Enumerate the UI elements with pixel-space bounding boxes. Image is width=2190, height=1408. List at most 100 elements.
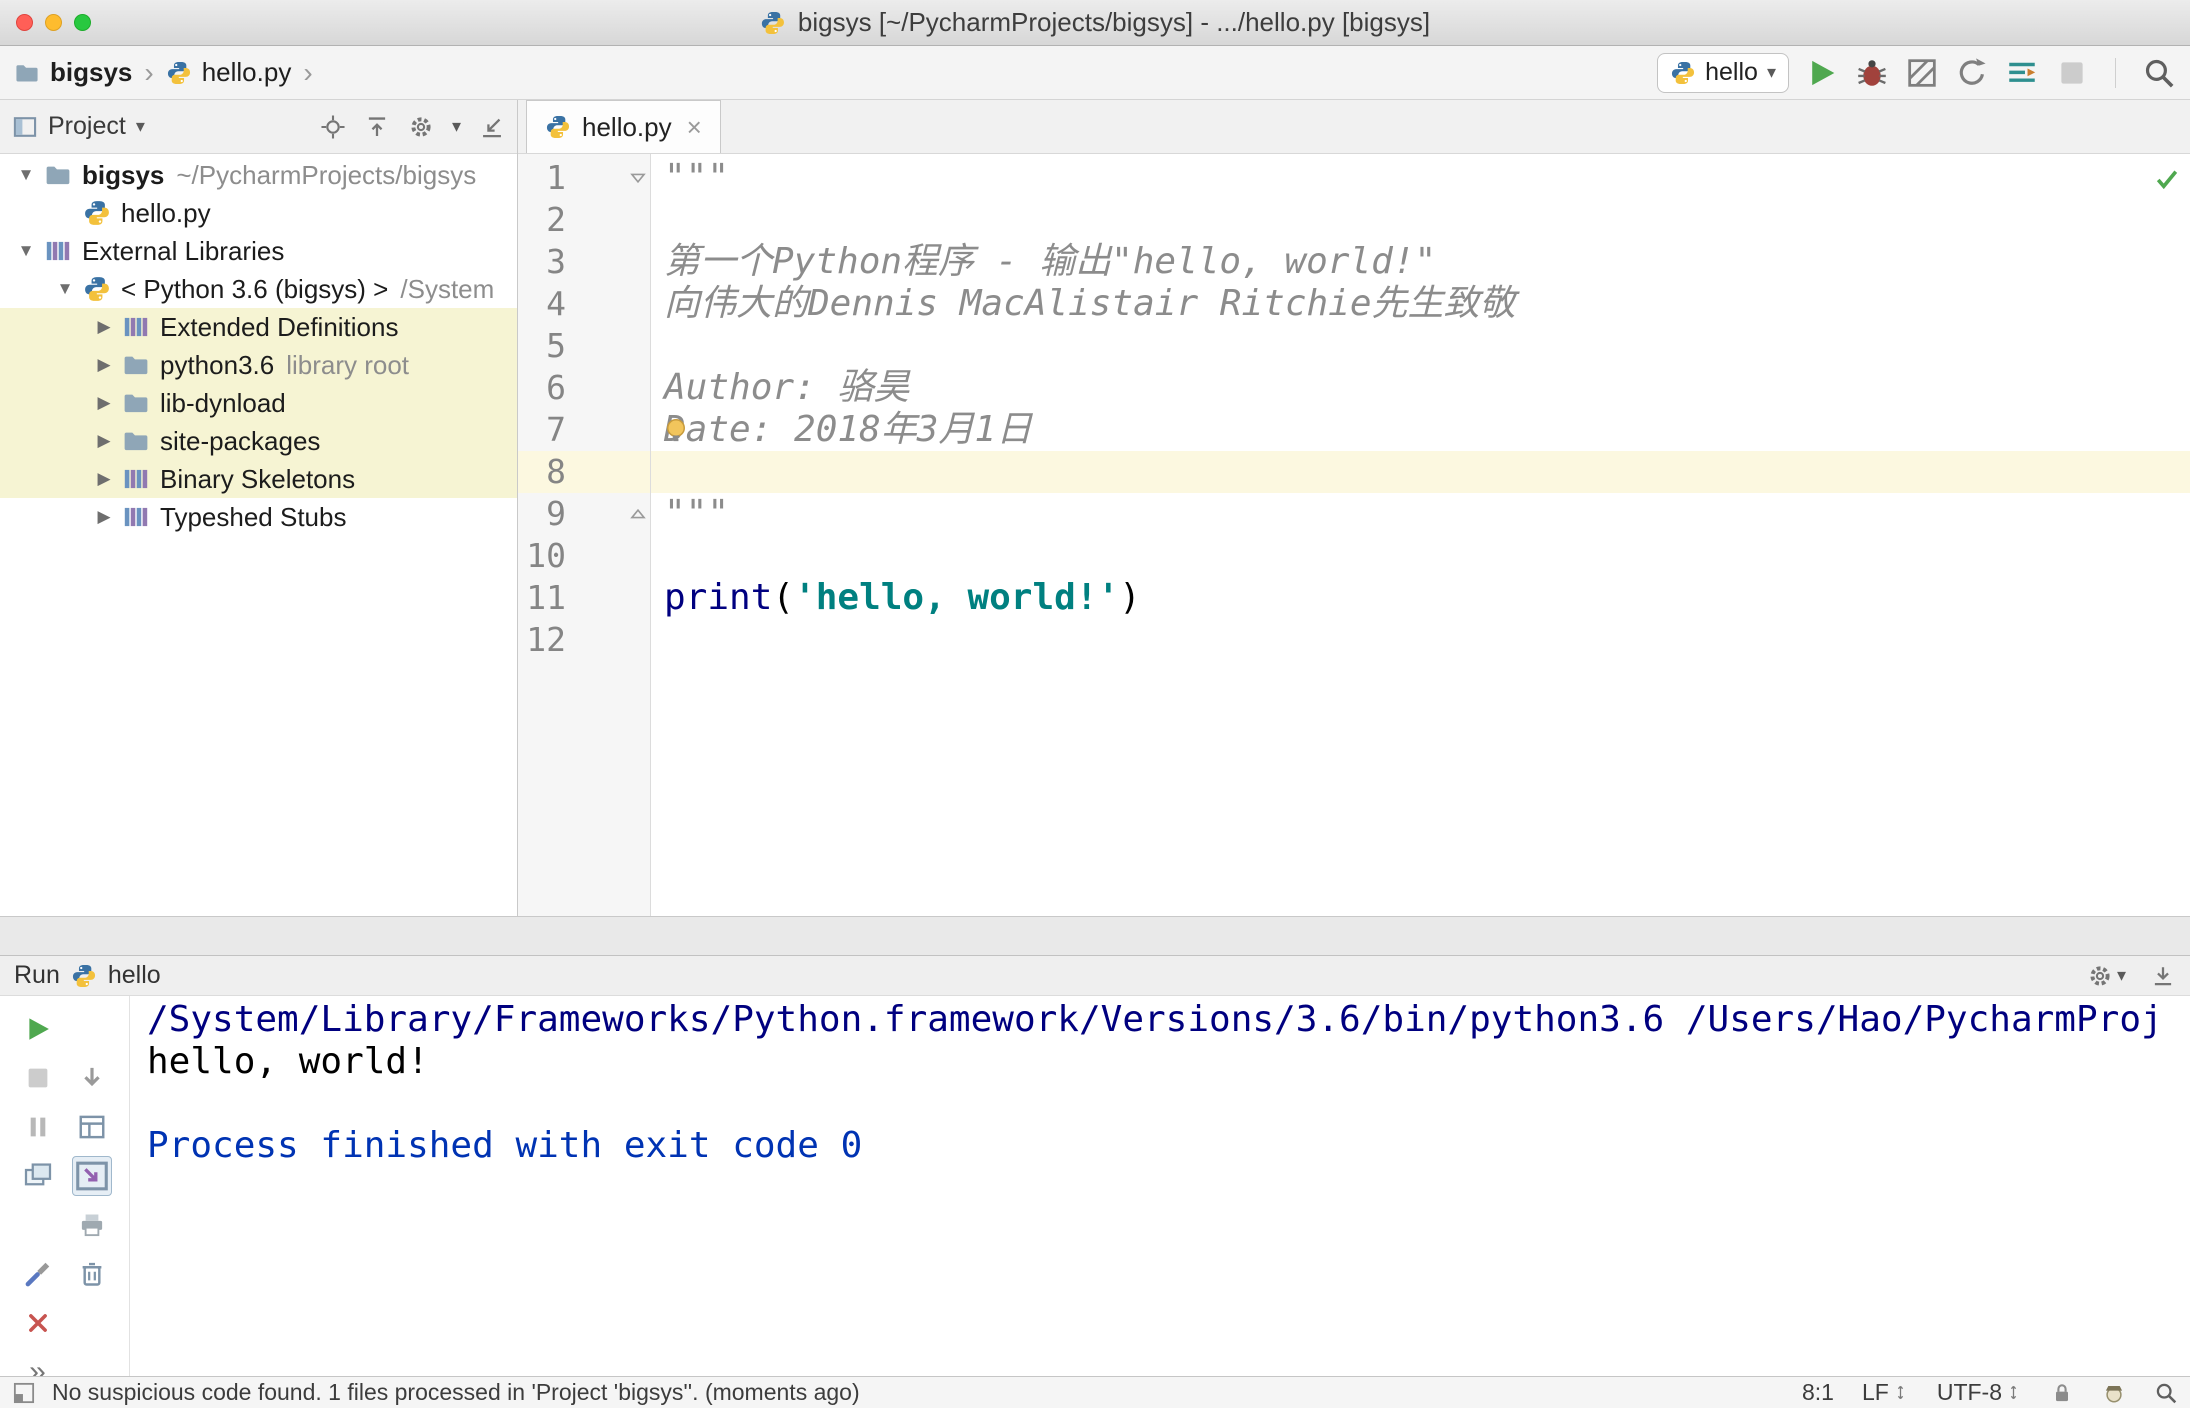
tree-item[interactable]: ▶ python3.6 library root [0,346,517,384]
tree-toggle-icon[interactable]: ▼ [8,241,44,261]
close-window-button[interactable] [16,14,33,31]
print-button[interactable] [77,1210,107,1240]
console-line: Process finished with exit code 0 [147,1125,863,1166]
tree-item-label: python3.6 [160,349,275,380]
tool-window-switcher-icon[interactable] [12,1381,36,1405]
clear-console-button[interactable] [77,1259,107,1289]
tree-item-label: hello.py [121,197,211,228]
fold-marker-icon[interactable] [627,167,649,189]
editor-line[interactable]: 9 """ [518,493,2190,535]
editor-line[interactable]: 7 Date: 2018年3月1日 [518,409,2190,451]
project-panel-title[interactable]: Project [48,112,126,141]
chevron-down-icon[interactable]: ▾ [2117,965,2126,986]
run-with-coverage-button[interactable] [1905,56,1939,90]
tree-item[interactable]: ▼ External Libraries [0,232,517,270]
stop-button[interactable] [2055,56,2089,90]
editor-line[interactable]: 4 向伟大的Dennis MacAlistair Ritchie先生致敬 [518,283,2190,325]
folder-icon [14,60,40,86]
tree-toggle-icon[interactable]: ▶ [86,469,122,489]
chevron-down-icon[interactable]: ▾ [452,116,461,137]
code-text: """ [664,157,730,198]
run-config-name: hello [107,961,161,989]
editor-line[interactable]: 12 [518,619,2190,661]
search-icon[interactable] [2154,1381,2178,1405]
editor[interactable]: 1 """ 2 3 第一个Python程序 - 输出"hello, world!" 4 向… [518,154,2190,916]
minimize-window-button[interactable] [45,14,62,31]
restore-layout-button[interactable] [77,1112,107,1142]
close-button[interactable] [23,1308,53,1338]
profile-button[interactable] [1955,56,1989,90]
gear-icon[interactable] [2087,963,2113,989]
run-button[interactable] [1805,56,1839,90]
line-separator-selector[interactable]: LF [1862,1379,1909,1406]
collapse-all-icon[interactable] [364,114,390,140]
tree-item[interactable]: ▶ Typeshed Stubs [0,498,517,536]
hide-tool-window-icon[interactable] [2150,963,2176,989]
lock-icon[interactable] [2050,1381,2074,1405]
tree-item[interactable]: ▶ site-packages [0,422,517,460]
close-tab-icon[interactable]: × [687,112,702,143]
line-number: 12 [518,619,651,661]
console-line: /System/Library/Frameworks/Python.framew… [147,999,2163,1040]
inspections-ok-icon[interactable] [2154,166,2180,192]
breadcrumb-project[interactable]: bigsys [50,57,132,88]
editor-line[interactable]: 11 print('hello, world!') [518,577,2190,619]
tab-hello-py[interactable]: hello.py × [526,100,721,153]
tree-item[interactable]: ▼ < Python 3.6 (bigsys) > /System [0,270,517,308]
tree-toggle-icon[interactable]: ▼ [8,165,44,185]
run-configuration-selector[interactable]: hello ▾ [1657,52,1789,93]
project-tool-window-header: Project ▾ ▾ [0,100,517,154]
folder-icon [44,161,72,189]
tree-item-label: lib-dynload [160,387,286,418]
tree-item[interactable]: hello.py [0,194,517,232]
intention-bulb-icon[interactable] [661,416,691,446]
editor-line[interactable]: 10 [518,535,2190,577]
fold-marker-icon[interactable] [627,503,649,525]
tree-item[interactable]: ▶ Binary Skeletons [0,460,517,498]
hide-tool-window-icon[interactable] [479,114,505,140]
scroll-to-end-button[interactable] [71,1155,112,1196]
horizontal-splitter[interactable] [0,916,2190,955]
rerun-button[interactable] [23,1014,53,1044]
gear-icon[interactable] [408,114,434,140]
tree-toggle-icon[interactable]: ▼ [47,279,83,299]
run-console-button[interactable] [2005,56,2039,90]
code-text: print('hello, world!') [664,577,1141,618]
tree-toggle-icon[interactable]: ▶ [86,317,122,337]
stop-button[interactable] [23,1063,53,1093]
editor-line[interactable]: 8 [518,451,2190,493]
zoom-window-button[interactable] [74,14,91,31]
locate-file-icon[interactable] [320,114,346,140]
tree-item[interactable]: ▶ Extended Definitions [0,308,517,346]
editor-line[interactable]: 3 第一个Python程序 - 输出"hello, world!" [518,241,2190,283]
editor-line[interactable]: 5 [518,325,2190,367]
tree-item[interactable]: ▶ lib-dynload [0,384,517,422]
tree-toggle-icon[interactable]: ▶ [86,507,122,527]
debug-button[interactable] [1855,56,1889,90]
tree-toggle-icon[interactable]: ▶ [86,393,122,413]
editor-line[interactable]: 1 """ [518,157,2190,199]
hector-inspector-icon[interactable] [2102,1381,2126,1405]
tree-toggle-icon[interactable]: ▶ [86,431,122,451]
project-tree[interactable]: ▼ bigsys ~/PycharmProjects/bigsys hello.py ▼… [0,154,517,916]
encoding-selector[interactable]: UTF-8 [1937,1379,2022,1406]
caret-position[interactable]: 8:1 [1802,1379,1834,1406]
status-message[interactable]: No suspicious code found. 1 files proces… [52,1379,860,1406]
run-panel-title[interactable]: Run [14,961,60,990]
pause-output-button[interactable] [23,1112,53,1142]
screwdriver-icon[interactable] [23,1259,53,1289]
tree-toggle-icon[interactable]: ▶ [86,355,122,375]
chevron-down-icon[interactable]: ▾ [136,116,145,137]
run-console[interactable]: /System/Library/Frameworks/Python.framew… [130,996,2190,1376]
editor-line[interactable]: 6 Author: 骆昊 [518,367,2190,409]
python-icon [83,199,111,227]
line-number: 9 [518,493,651,535]
python-file-icon [545,114,571,140]
tree-item[interactable]: ▼ bigsys ~/PycharmProjects/bigsys [0,156,517,194]
search-everywhere-icon[interactable] [2142,56,2176,90]
editor-line[interactable]: 2 [518,199,2190,241]
breadcrumb-file[interactable]: hello.py [202,57,292,88]
show-windows-icon[interactable] [23,1161,53,1191]
arrow-down-icon[interactable] [77,1063,107,1093]
